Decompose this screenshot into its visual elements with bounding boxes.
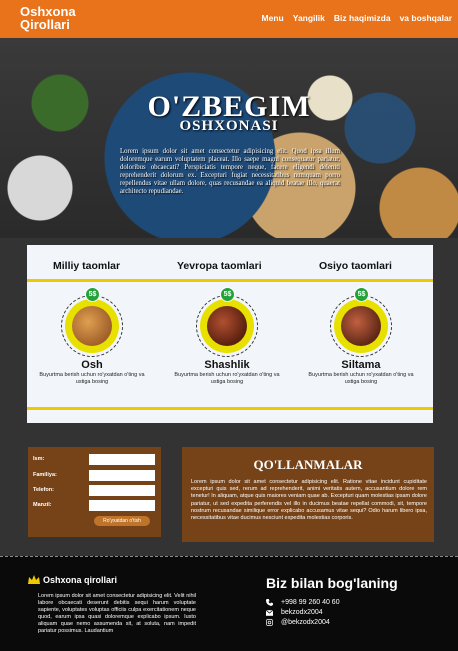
menu-item-siltama[interactable]: 5$ Siltama Buyurtma berish uchun ro'yxat… [301,287,421,386]
guides-text: Lorem ipsum dolor sit amet consectetur a… [191,479,427,522]
item-desc: Buyurtma berish uchun ro'yxatdan o'ting … [308,372,414,385]
label-address: Manzil: [33,502,52,508]
hero-subtitle: OSHXONASI [179,118,279,134]
menu-item-osh[interactable]: 5$ Osh Buyurtma berish uchun ro'yxatdan … [32,287,152,386]
item-name: Shashlik [204,359,250,371]
category-asian[interactable]: Osiyo taomlari [319,260,392,272]
dish-plate: 5$ [330,287,392,357]
dish-plate: 5$ [61,287,123,357]
dish-plate: 5$ [196,287,258,357]
category-national[interactable]: Milliy taomlar [53,260,120,272]
main-nav: Menu Yangilik Biz haqimizda va boshqalar [262,13,452,23]
item-desc: Buyurtma berish uchun ro'yxatdan o'ting … [39,372,145,385]
address-input[interactable] [89,500,155,511]
nav-news[interactable]: Yangilik [293,13,325,23]
registration-form: Ism: Familiya: Telefon: Manzil: Ro'yxatd… [28,447,161,537]
top-header: Oshxona Qirollari Menu Yangilik Biz haqi… [0,0,458,38]
siltama-image [341,306,381,346]
divider-bottom [27,407,433,410]
category-european[interactable]: Yevropa taomlari [177,260,262,272]
name-input[interactable] [89,454,155,465]
logo-line2: Qirollari [20,17,70,32]
surname-input[interactable] [89,470,155,481]
price-badge: 5$ [85,287,100,302]
footer-logo[interactable]: Oshxona qirollari [28,575,117,585]
instagram-icon [266,619,273,626]
nav-menu[interactable]: Menu [262,13,284,23]
contact-phone[interactable]: +998 99 260 40 60 [266,599,340,606]
instagram-text: @bekzodx2004 [281,619,330,626]
hero-text: Lorem ipsum dolor sit amet consectetur a… [120,148,340,195]
phone-text: +998 99 260 40 60 [281,599,340,606]
email-text: bekzodx2004 [281,609,323,616]
guides-section: QO'LLANMALAR Lorem ipsum dolor sit amet … [182,447,434,542]
shashlik-image [207,306,247,346]
nav-more[interactable]: va boshqalar [400,13,452,23]
contact-email[interactable]: bekzodx2004 [266,609,323,616]
menu-item-shashlik[interactable]: 5$ Shashlik Buyurtma berish uchun ro'yxa… [167,287,287,386]
footer: Oshxona qirollari Lorem ipsum dolor sit … [0,556,458,651]
divider-top [27,279,433,282]
osh-image [72,306,112,346]
item-desc: Buyurtma berish uchun ro'yxatdan o'ting … [174,372,280,385]
footer-text: Lorem ipsum dolor sit amet consectetur a… [38,593,196,634]
register-button[interactable]: Ro'yxatdan o'tish [94,516,150,526]
label-name: Ism: [33,456,45,462]
footer-brand: Oshxona qirollari [43,575,118,585]
price-badge: 5$ [220,287,235,302]
phone-icon [266,599,273,606]
crown-icon [28,575,40,584]
hero-banner: O'ZBEGIM OSHXONASI Lorem ipsum dolor sit… [0,38,458,238]
label-phone: Telefon: [33,487,54,493]
nav-about[interactable]: Biz haqimizda [334,13,391,23]
menu-card: Milliy taomlar Yevropa taomlari Osiyo ta… [27,245,433,423]
item-name: Siltama [341,359,381,371]
site-logo[interactable]: Oshxona Qirollari [20,5,76,31]
price-badge: 5$ [354,287,369,302]
label-surname: Familiya: [33,472,57,478]
item-name: Osh [81,359,103,371]
guides-title: QO'LLANMALAR [253,457,363,472]
contact-title: Biz bilan bog'laning [266,575,398,591]
contact-instagram[interactable]: @bekzodx2004 [266,619,330,626]
mail-icon [266,609,273,616]
phone-input[interactable] [89,485,155,496]
